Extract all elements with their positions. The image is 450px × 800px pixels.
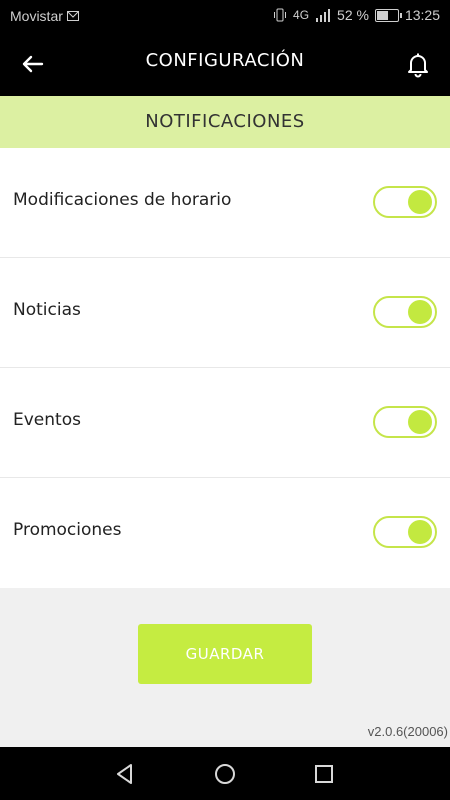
- setting-row-events: Eventos: [0, 368, 450, 478]
- setting-label: Promociones: [13, 520, 122, 540]
- events-toggle[interactable]: [373, 406, 437, 438]
- notifications-button[interactable]: [400, 46, 436, 82]
- page-title: CONFIGURACIÓN: [145, 50, 305, 71]
- version-label: v2.0.6(20006): [367, 724, 448, 739]
- battery-percent: 52 %: [337, 7, 369, 23]
- battery-icon: [374, 8, 402, 22]
- vibrate-icon: [274, 8, 287, 22]
- signal-icon: [316, 9, 331, 22]
- nav-recents-button[interactable]: [310, 760, 338, 788]
- setting-label: Noticias: [13, 300, 81, 320]
- promotions-toggle[interactable]: [373, 516, 437, 548]
- square-recents-icon: [315, 765, 333, 783]
- nav-back-button[interactable]: [111, 760, 139, 788]
- status-bar: Movistar 4G 52 % 13:25: [0, 0, 450, 32]
- network-type: 4G: [293, 8, 310, 22]
- save-button[interactable]: GUARDAR: [138, 624, 312, 684]
- setting-row-promotions: Promociones: [0, 478, 450, 588]
- circle-home-icon: [215, 764, 235, 784]
- setting-label: Eventos: [13, 410, 81, 430]
- setting-row-news: Noticias: [0, 258, 450, 368]
- app-bar: CONFIGURACIÓN: [0, 32, 450, 96]
- setting-label: Modificaciones de horario: [13, 190, 232, 210]
- nav-home-button[interactable]: [211, 760, 239, 788]
- settings-list: Modificaciones de horario Noticias Event…: [0, 148, 450, 588]
- system-nav-bar: [0, 747, 450, 800]
- section-header: NOTIFICACIONES: [0, 96, 450, 148]
- toggle-knob: [408, 190, 432, 214]
- schedule-toggle[interactable]: [373, 186, 437, 218]
- toggle-knob: [408, 410, 432, 434]
- setting-row-schedule: Modificaciones de horario: [0, 148, 450, 258]
- clock: 13:25: [404, 7, 440, 23]
- triangle-back-icon: [117, 764, 132, 784]
- news-toggle[interactable]: [373, 296, 437, 328]
- gmail-icon: [66, 11, 79, 21]
- toggle-knob: [408, 300, 432, 324]
- toggle-knob: [408, 520, 432, 544]
- bell-icon: [408, 53, 428, 78]
- carrier-name: Movistar: [10, 8, 63, 24]
